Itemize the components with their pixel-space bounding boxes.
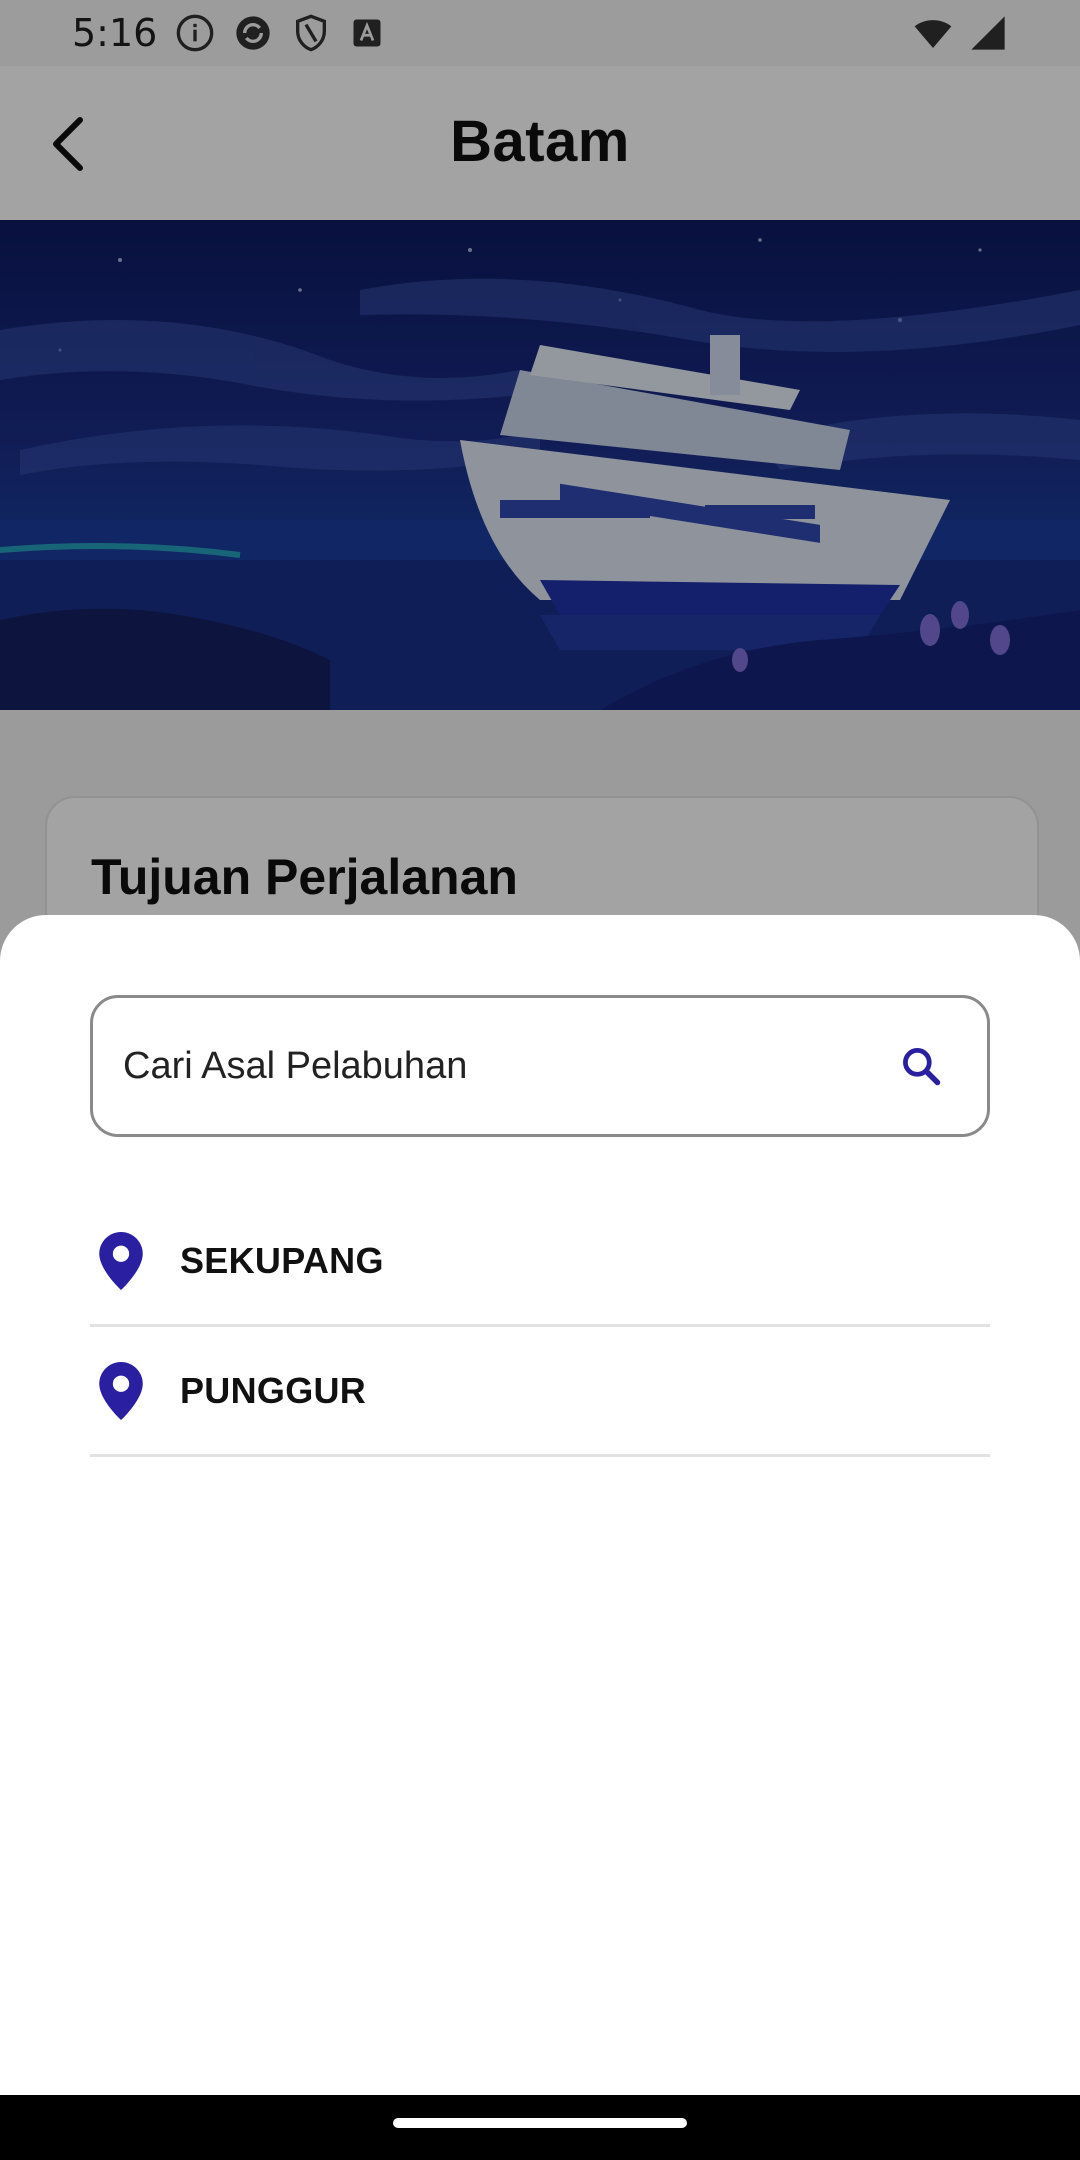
location-pin-icon (90, 1231, 152, 1290)
port-label: SEKUPANG (180, 1239, 384, 1281)
screen: 5:16 Batam Tujuan Perjalanan Cari Asal P… (0, 0, 1080, 2160)
system-navigation-bar (0, 2095, 1080, 2160)
search-field[interactable] (90, 995, 990, 1137)
home-indicator[interactable] (393, 2118, 687, 2128)
port-item-punggur[interactable]: PUNGGUR (90, 1327, 990, 1457)
search-button[interactable] (891, 1036, 951, 1096)
port-picker-sheet: SEKUPANG PUNGGUR (0, 915, 1080, 2095)
search-icon (903, 1048, 941, 1086)
port-list: SEKUPANG PUNGGUR (90, 1197, 990, 1457)
search-input[interactable] (93, 997, 891, 1135)
port-item-sekupang[interactable]: SEKUPANG (90, 1197, 990, 1327)
port-label: PUNGGUR (180, 1369, 367, 1411)
location-pin-icon (90, 1361, 152, 1420)
